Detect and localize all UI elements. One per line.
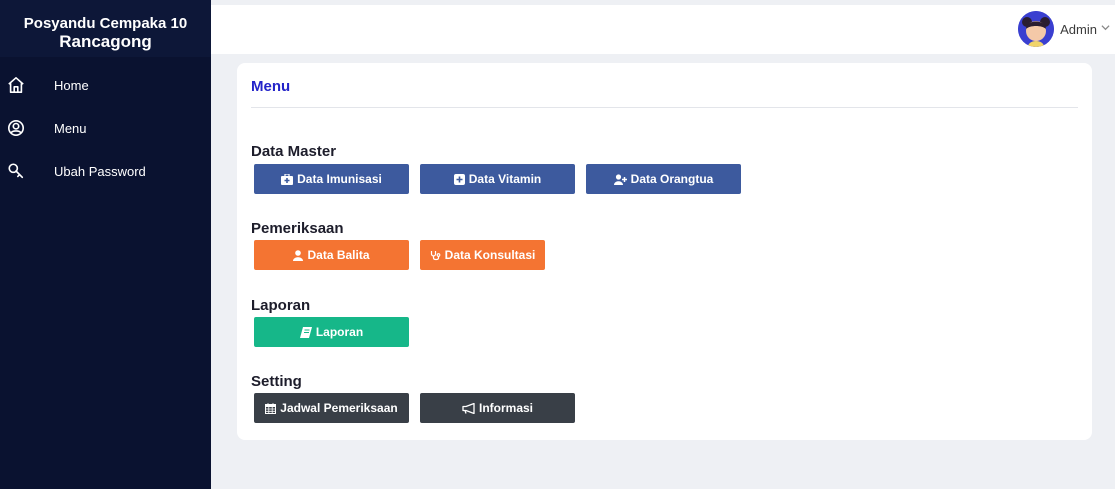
medkit-icon xyxy=(281,173,294,185)
data-imunisasi-button[interactable]: Data Imunisasi xyxy=(254,164,409,194)
button-label: Data Imunisasi xyxy=(297,172,382,186)
sidebar: Posyandu Cempaka 10 Rancagong Home Menu … xyxy=(0,0,211,489)
stethoscope-icon xyxy=(430,250,441,261)
brand[interactable]: Posyandu Cempaka 10 Rancagong xyxy=(0,0,211,57)
sidebar-item-label: Ubah Password xyxy=(54,163,146,179)
informasi-button[interactable]: Informasi xyxy=(420,393,575,423)
button-label: Jadwal Pemeriksaan xyxy=(280,401,398,415)
data-vitamin-button[interactable]: Data Vitamin xyxy=(420,164,575,194)
user-circle-icon xyxy=(6,118,26,138)
brand-line2: Rancagong xyxy=(59,32,152,51)
topbar: Admin xyxy=(211,5,1115,54)
button-label: Informasi xyxy=(478,401,533,415)
calendar-icon xyxy=(265,402,277,414)
section-title-data-master: Data Master xyxy=(251,143,337,160)
sidebar-item-menu[interactable]: Menu xyxy=(0,113,211,143)
data-konsultasi-button[interactable]: Data Konsultasi xyxy=(420,240,545,270)
key-icon xyxy=(6,161,26,181)
bullhorn-icon xyxy=(462,402,475,414)
avatar-icon[interactable] xyxy=(1018,11,1055,47)
button-label: Data Konsultasi xyxy=(444,248,536,262)
section-title-pemeriksaan: Pemeriksaan xyxy=(251,220,344,237)
button-label: Data Orangtua xyxy=(630,172,714,186)
book-icon xyxy=(299,326,312,338)
sidebar-item-ubah-password[interactable]: Ubah Password xyxy=(0,156,211,186)
user-name: Admin xyxy=(1060,21,1097,37)
button-label: Laporan xyxy=(315,325,364,339)
plus-square-icon xyxy=(453,173,465,185)
chevron-down-icon xyxy=(1101,23,1110,35)
data-balita-button[interactable]: Data Balita xyxy=(254,240,409,270)
section-title-setting: Setting xyxy=(251,373,302,390)
menu-card: Menu Data Master Data Imunisasi Data Vit… xyxy=(237,63,1092,440)
user-icon xyxy=(293,249,304,261)
card-title: Menu xyxy=(251,78,291,95)
brand-line1: Posyandu Cempaka 10 xyxy=(23,15,188,32)
jadwal-pemeriksaan-button[interactable]: Jadwal Pemeriksaan xyxy=(254,393,409,423)
user-plus-icon xyxy=(613,173,627,185)
button-label: Data Balita xyxy=(307,248,370,262)
divider xyxy=(251,107,1078,108)
data-orangtua-button[interactable]: Data Orangtua xyxy=(586,164,741,194)
button-label: Data Vitamin xyxy=(468,172,542,186)
laporan-button[interactable]: Laporan xyxy=(254,317,409,347)
sidebar-item-label: Home xyxy=(54,77,89,93)
section-title-laporan: Laporan xyxy=(251,297,311,314)
home-icon xyxy=(6,75,26,95)
sidebar-item-label: Menu xyxy=(54,120,87,136)
sidebar-item-home[interactable]: Home xyxy=(0,70,211,100)
user-menu[interactable]: Admin xyxy=(1018,10,1110,48)
